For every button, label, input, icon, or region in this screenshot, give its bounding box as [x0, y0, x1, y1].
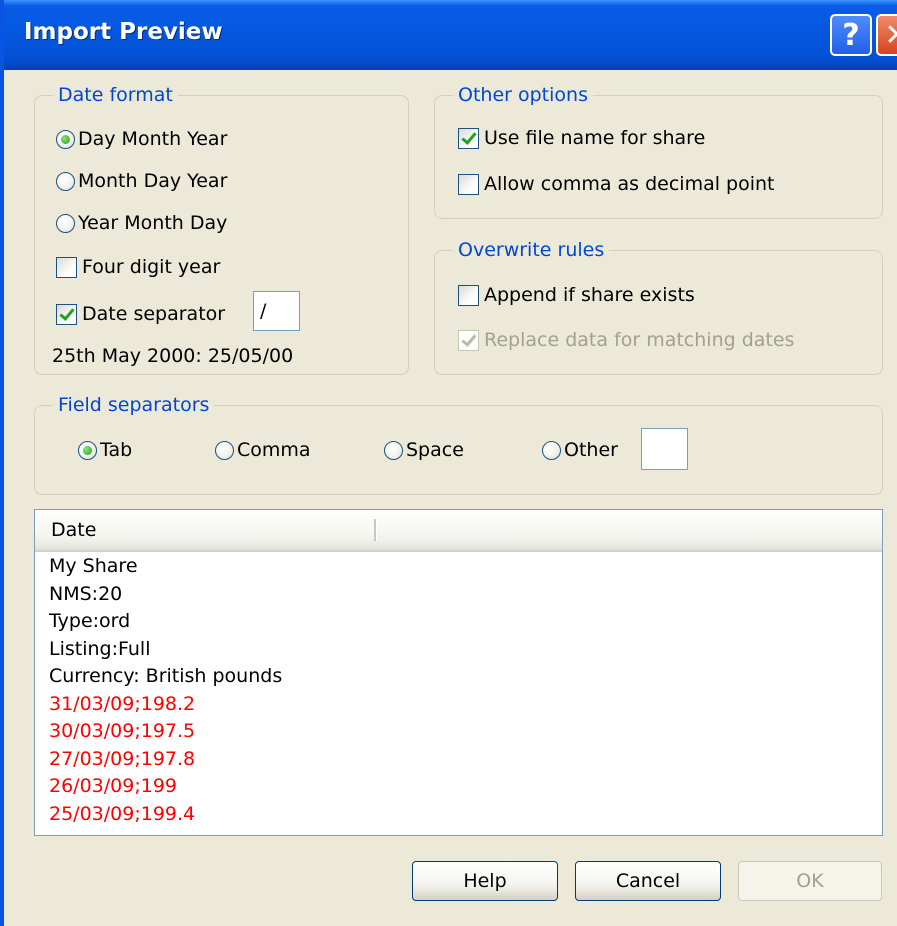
date-format-legend: Date format — [53, 83, 178, 107]
append-if-exists-checkbox[interactable]: Append if share exists — [458, 281, 695, 309]
radio-other[interactable]: Other — [542, 436, 618, 464]
list-item[interactable]: Listing:Full — [49, 636, 282, 664]
radio-label: Year Month Day — [78, 212, 228, 234]
checkbox-box — [56, 256, 77, 278]
checkbox-box — [458, 127, 479, 149]
radio-indicator — [542, 440, 561, 460]
other-options-legend: Other options — [453, 83, 593, 107]
radio-comma[interactable]: Comma — [215, 436, 311, 464]
date-separator-input[interactable]: / — [253, 291, 300, 331]
date-example-text: 25th May 2000: 25/05/00 — [52, 345, 294, 367]
list-item[interactable]: My Share — [49, 553, 282, 581]
window-title: Import Preview — [24, 19, 223, 45]
radio-indicator — [215, 440, 234, 460]
date-separator-checkbox[interactable]: Date separator — [56, 300, 225, 328]
other-separator-input[interactable] — [641, 428, 688, 470]
radio-day-month-year[interactable]: Day Month Year — [56, 125, 227, 153]
checkbox-box — [56, 303, 77, 325]
close-icon[interactable]: ✕ — [876, 14, 897, 56]
checkbox-label: Replace data for matching dates — [484, 329, 795, 351]
list-item[interactable]: 26/03/09;199 — [49, 773, 282, 801]
other-options-group: Other options — [434, 83, 883, 219]
radio-tab[interactable]: Tab — [78, 436, 132, 464]
radio-space[interactable]: Space — [384, 436, 464, 464]
import-preview-dialog: Import Preview ? ✕ Date format Day Month… — [0, 0, 897, 926]
list-item[interactable]: Currency: British pounds — [49, 663, 282, 691]
radio-label: Space — [406, 439, 464, 461]
field-separators-legend: Field separators — [53, 393, 215, 417]
radio-indicator — [78, 440, 97, 460]
list-item[interactable]: 27/03/09;197.8 — [49, 746, 282, 774]
checkbox-label: Four digit year — [82, 256, 221, 278]
radio-indicator — [384, 440, 403, 460]
radio-indicator — [56, 171, 75, 191]
list-item[interactable]: NMS:20 — [49, 581, 282, 609]
radio-label: Other — [564, 439, 618, 461]
list-item[interactable]: 25/03/09;199.4 — [49, 801, 282, 829]
list-body: My Share NMS:20 Type:ord Listing:Full Curren… — [49, 553, 282, 828]
replace-matching-dates-checkbox: Replace data for matching dates — [458, 326, 794, 354]
help-button[interactable]: Help — [412, 861, 558, 901]
title-bar[interactable]: Import Preview ? ✕ — [4, 0, 897, 70]
column-header-label: Date — [51, 519, 97, 541]
checkbox-label: Date separator — [82, 303, 226, 325]
list-header: Date — [35, 510, 882, 552]
radio-year-month-day[interactable]: Year Month Day — [56, 209, 227, 237]
checkbox-label: Use file name for share — [484, 127, 706, 149]
four-digit-year-checkbox[interactable]: Four digit year — [56, 253, 220, 281]
list-item[interactable]: Type:ord — [49, 608, 282, 636]
cancel-button[interactable]: Cancel — [575, 861, 721, 901]
checkbox-label: Allow comma as decimal point — [484, 173, 775, 195]
radio-label: Day Month Year — [78, 128, 228, 150]
radio-indicator — [56, 129, 75, 149]
list-item[interactable]: 30/03/09;197.5 — [49, 718, 282, 746]
date-example: 25th May 2000: 25/05/00 — [52, 342, 293, 370]
column-header-date[interactable]: Date — [35, 510, 377, 550]
radio-indicator — [56, 213, 75, 233]
checkbox-box — [458, 284, 479, 306]
ok-button: OK — [738, 861, 882, 901]
radio-label: Comma — [237, 439, 311, 461]
help-icon[interactable]: ? — [830, 14, 872, 56]
list-item[interactable]: 31/03/09;198.2 — [49, 691, 282, 719]
checkbox-box — [458, 329, 479, 351]
checkbox-label: Append if share exists — [484, 284, 695, 306]
preview-list[interactable]: Date My Share NMS:20 Type:ord Listing:Full C… — [34, 509, 883, 836]
overwrite-rules-legend: Overwrite rules — [453, 238, 610, 262]
checkbox-box — [458, 173, 479, 195]
allow-comma-checkbox[interactable]: Allow comma as decimal point — [458, 170, 775, 198]
use-file-name-checkbox[interactable]: Use file name for share — [458, 124, 705, 152]
radio-label: Tab — [100, 439, 133, 461]
radio-month-day-year[interactable]: Month Day Year — [56, 167, 227, 195]
overwrite-rules-group: Overwrite rules — [434, 238, 883, 375]
radio-label: Month Day Year — [78, 170, 228, 192]
